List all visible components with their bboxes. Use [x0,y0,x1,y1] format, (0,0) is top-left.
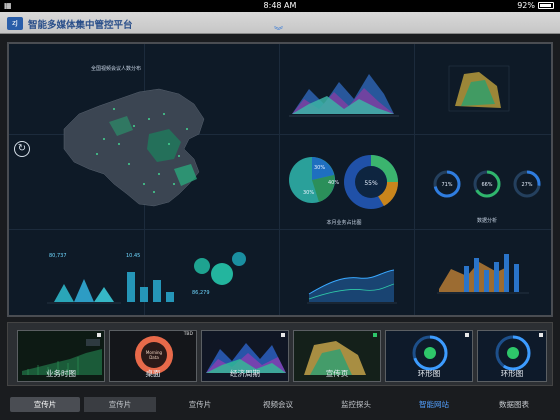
status-bar: ▦ 8:48 AM 92% [0,0,560,12]
map-title: 全国视频会议人数分布 [91,65,141,72]
svg-text:66%: 66% [481,182,492,188]
tab-surveillance[interactable]: 监控探头 [320,397,392,412]
china-map [63,88,205,207]
tab-promo-1[interactable]: 宣传片 [10,397,80,412]
app-title: 智能多媒体集中管控平台 [28,20,133,31]
bottom-tab-bar: 宣传片 宣传片 宣传片 视频会议 监控探头 智能网站 数据图表 [0,394,560,414]
thumbnail-label: 桌面 [145,369,161,378]
thumbnail-label: 环形图 [417,369,441,378]
svg-text:71%: 71% [441,182,452,188]
gauge-3: 27% [513,170,541,198]
svg-text:86,279: 86,279 [192,290,210,296]
mountain-chart [289,74,399,117]
svg-text:Data: Data [149,355,159,360]
thumbnail-ring-1[interactable]: 环形图 [385,330,473,382]
pie-value: 30% [314,165,325,171]
thumbnail-label: 宣传页 [325,369,349,378]
area-chart-top-right [448,65,510,112]
battery-indicator: 92% [517,1,554,10]
pie-value: 30% [303,190,314,196]
funnel-chart: 80,737 [47,253,121,304]
pie-chart-left: 30% 30% 40% [289,157,339,203]
bar-chart-small: 10.45 [126,253,174,302]
thumb-indicator [465,333,469,337]
tab-promo-2[interactable]: 宣传片 [84,397,156,412]
svg-text:80,737: 80,737 [49,253,67,259]
thumb-indicator [97,333,101,337]
status-time: 8:48 AM [263,1,297,10]
svg-text:27%: 27% [521,182,532,188]
thumbnail-ring-2[interactable]: 环形图 [477,330,547,382]
app-logo: zJ [7,17,23,30]
area-line-chart [307,269,397,304]
bubble-chart: 86,279 [192,252,246,296]
tab-video-conference[interactable]: 视频会议 [242,397,314,412]
video-wall[interactable]: 全国视频会议人数分布 30% 30% 40% 55% 本月业务占比图 71% 6… [7,42,553,317]
tab-promo-3[interactable]: 宣传片 [164,397,236,412]
thumbnail-label: 环形图 [500,369,524,378]
thumbnail-strip: 业务时图 Morning Data TBD 桌面 经济周期 宣传页 环形图 环形… [7,322,553,386]
thumb-indicator [281,333,285,337]
thumbnail-label: 业务时图 [46,369,76,378]
pie-title: 本月业务占比图 [326,219,361,226]
thumb-indicator [539,333,543,337]
pie-value: 40% [328,180,339,186]
gauge-1: 71% [433,170,461,198]
chevron-down-icon[interactable]: ︾ [274,24,283,37]
thumbnail-label: 经济周期 [230,369,260,378]
donut-chart: 55% [344,155,399,209]
thumb-indicator [373,333,377,337]
gauge-title: 数据分析 [477,217,497,224]
refresh-icon[interactable]: ↻ [14,141,30,157]
tab-smart-site[interactable]: 智能网站 [398,397,470,412]
thumbnail-desktop[interactable]: Morning Data TBD 桌面 [109,330,197,382]
tab-data-charts[interactable]: 数据图表 [476,397,552,412]
app-titlebar: zJ 智能多媒体集中管控平台 ︾ [0,12,560,37]
battery-percent: 92% [517,1,535,10]
battery-icon [538,2,554,9]
svg-text:10.45: 10.45 [126,253,140,259]
gauge-2: 66% [473,170,501,198]
bar-area-chart [437,254,529,294]
thumb-badge: TBD [183,332,193,337]
thumbnail-promo[interactable]: 宣传页 [293,330,381,382]
thumbnail-economy[interactable]: 经济周期 [201,330,289,382]
wall-content: 全国视频会议人数分布 30% 30% 40% 55% 本月业务占比图 71% 6… [47,65,541,304]
donut-value: 55% [364,180,378,187]
thumbnail-business[interactable]: 业务时图 [17,330,105,382]
